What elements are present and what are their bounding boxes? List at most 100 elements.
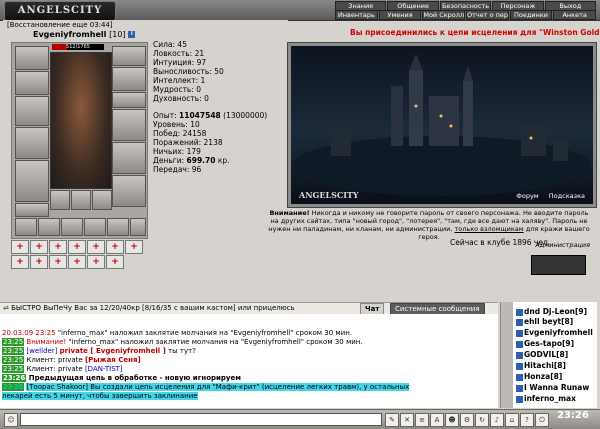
clear-icon[interactable]: ✕ [400, 413, 414, 427]
plus-icon[interactable]: + [68, 255, 86, 269]
warning-title: Внимание! [269, 209, 310, 217]
user-item[interactable]: GODVIL[8] [516, 350, 568, 359]
menu-skills[interactable]: Умения [378, 10, 422, 20]
hint-link[interactable]: Подсказка [549, 192, 585, 200]
chat-text: Вы создали цепь исцеления для "Мафи-крит… [90, 383, 410, 391]
chat-timestamp: 23:26 [2, 374, 27, 382]
bag-slot-1[interactable] [15, 218, 37, 236]
scroll-slot-1[interactable] [50, 190, 70, 210]
smiley-icon[interactable]: ☺ [4, 413, 18, 427]
chat-prefix: Внимание! [26, 338, 67, 346]
chat-highlight: [Тоорас Shakoor] Вы создали цепь исцелен… [26, 383, 410, 391]
stat-row: Выносливость: 50 [153, 67, 224, 76]
filter-icon[interactable]: ≡ [415, 413, 429, 427]
translit-icon[interactable]: A [430, 413, 444, 427]
chat-timestamp: 23:25 [2, 365, 25, 373]
plus-icon[interactable]: + [30, 240, 48, 254]
sound-icon[interactable]: ♪ [490, 413, 504, 427]
hackers-link[interactable]: только взломщикам [454, 225, 523, 233]
plus-icon[interactable]: + [30, 255, 48, 269]
bag-slot-6[interactable] [130, 218, 146, 236]
shield-slot[interactable] [112, 109, 146, 141]
bag-slot-2[interactable] [38, 218, 60, 236]
user-item[interactable]: Ges-tapo[9] [516, 339, 574, 348]
pants-slot[interactable] [112, 142, 146, 174]
quick-actions: + + + + + + + + + + + + + [11, 240, 146, 270]
plus-icon[interactable]: + [106, 255, 124, 269]
user-item[interactable]: dnd Dj-Leon[9] [516, 307, 587, 316]
menu-transfer-report[interactable]: Отчет о переводах [466, 10, 509, 20]
chat-text: [DAN-TIST] [84, 365, 123, 373]
bag-slot-5[interactable] [107, 218, 129, 236]
stat-row: Ловкость: 21 [153, 49, 205, 58]
bag-slot-4[interactable] [84, 218, 106, 236]
scroll-slot-3[interactable] [92, 190, 112, 210]
info-row: Уровень: 10 [153, 120, 200, 129]
map-icon[interactable]: ⌂ [505, 413, 519, 427]
city-scene[interactable]: ANGELSCITY Форум Подсказка [287, 42, 597, 208]
earrings-slot[interactable] [15, 71, 49, 95]
send-icon[interactable]: ✎ [385, 413, 399, 427]
smiles-icon[interactable]: ☻ [445, 413, 459, 427]
amulet-slot[interactable] [15, 96, 49, 126]
plus-icon[interactable]: + [11, 240, 29, 254]
plus-icon[interactable]: + [11, 255, 29, 269]
clan-icon [516, 351, 523, 359]
forum-link[interactable]: Форум [516, 192, 538, 200]
armor-slot[interactable] [15, 160, 49, 202]
character-name[interactable]: Evgeniyfromhell [10] i [33, 30, 136, 39]
menu-inventory[interactable]: Инвентарь [335, 10, 378, 20]
scene-logo: ANGELSCITY [299, 190, 359, 200]
boots-slot[interactable] [112, 175, 146, 207]
chat-timestamp: 23:25 [2, 356, 25, 364]
plus-icon[interactable]: + [49, 240, 67, 254]
menu-duels[interactable]: Поединки [509, 10, 553, 20]
clan-icon [516, 384, 523, 392]
chat-text: "inferno_max" наложил заклятие молчания … [68, 338, 363, 346]
menu-profile[interactable]: Анкета [553, 10, 597, 20]
user-item[interactable]: I Wanna Runaw [516, 383, 589, 392]
character-panel: [Восстановление еще 03:44] Evgeniyfromhe… [3, 20, 288, 300]
plus-icon[interactable]: + [106, 240, 124, 254]
info-row: Ничьих: 179 [153, 147, 201, 156]
menu-my-scroll[interactable]: Мой Скролл [422, 10, 466, 20]
plus-icon[interactable]: + [49, 255, 67, 269]
clan-icon [516, 395, 523, 403]
rings-slot[interactable] [112, 92, 146, 108]
character-stats: Сила: 45 Ловкость: 21 Интуиция: 97 Вынос… [153, 40, 288, 174]
exit-icon[interactable]: ⏻ [535, 413, 549, 427]
chat-timestamp: 20.03.09 23:25 [2, 329, 56, 337]
hp-bar: 512/1765 [52, 44, 104, 50]
refresh-icon[interactable]: ↻ [475, 413, 489, 427]
scroll-slot-2[interactable] [71, 190, 91, 210]
bracers-slot[interactable] [112, 46, 146, 66]
chat-line: 23:26 [Тоорас Shakoor] Вы создали цепь и… [2, 383, 410, 392]
character-avatar[interactable] [50, 52, 112, 189]
user-item[interactable]: inferno_max [516, 394, 576, 403]
chat-input[interactable] [20, 413, 382, 426]
user-item[interactable]: Hitachi[8] [516, 361, 566, 370]
user-item[interactable]: Evgeniyfromhell [516, 328, 593, 337]
belt-slot[interactable] [15, 203, 49, 217]
plus-icon[interactable]: + [87, 255, 105, 269]
weapon-slot[interactable] [15, 127, 49, 159]
help-icon[interactable]: ? [520, 413, 534, 427]
plus-icon[interactable]: + [87, 240, 105, 254]
settings-icon[interactable]: ⚙ [460, 413, 474, 427]
user-item[interactable]: ehll beyt[8] [516, 317, 573, 326]
plus-icon[interactable]: + [125, 240, 143, 254]
chat-prefix: Клиент: [26, 356, 56, 364]
chat-nick[interactable]: [wellder] [26, 347, 57, 355]
chat-line: 23:25 Внимание! "inferno_max" наложил за… [2, 338, 363, 347]
info-row: Поражений: 2138 [153, 138, 223, 147]
plus-icon[interactable]: + [68, 240, 86, 254]
info-icon[interactable]: i [128, 31, 136, 38]
chat-log: 20.03.09 23:25 "inferno_max" наложил зак… [0, 314, 498, 408]
helmet-slot[interactable] [15, 46, 49, 70]
user-item[interactable]: Honza[8] [516, 372, 562, 381]
userlist-scroll-column[interactable] [501, 302, 513, 408]
chat-nick[interactable]: [Тоорас Shakoor] [26, 383, 88, 391]
bag-slot-3[interactable] [61, 218, 83, 236]
stats-counter-widget [531, 255, 586, 275]
gloves-slot[interactable] [112, 67, 146, 91]
